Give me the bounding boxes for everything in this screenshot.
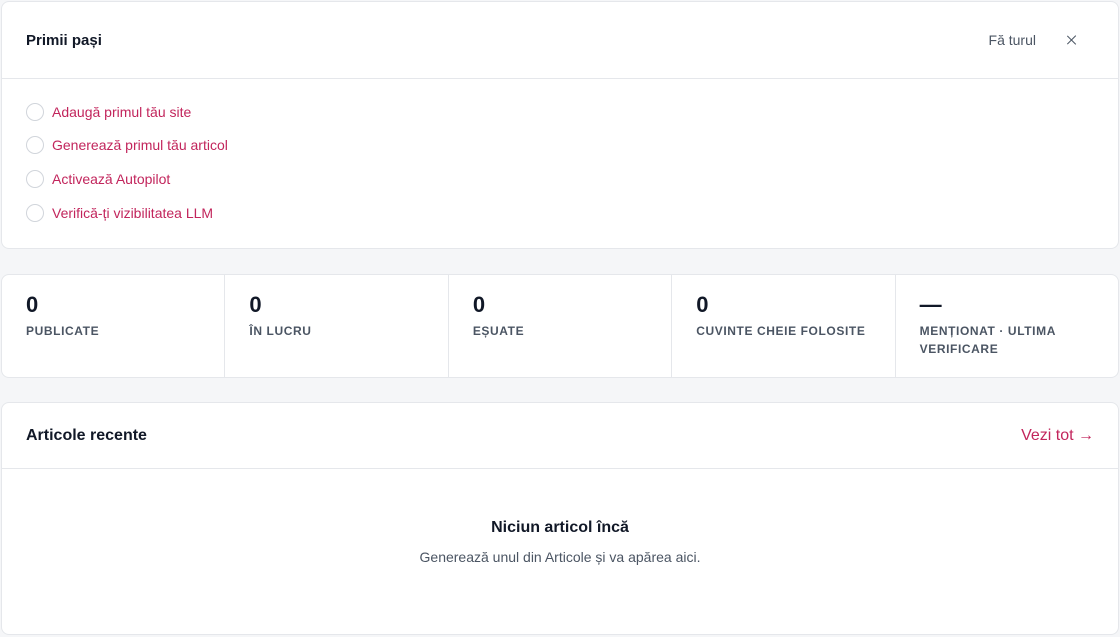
getting-started-title: Primii pași — [26, 31, 102, 49]
stat-label: MENȚIONAT · ULTIMA VERIFICARE — [919, 324, 1056, 356]
checklist-item-label[interactable]: Adaugă primul tău site — [52, 104, 191, 120]
checkbox-circle-icon[interactable] — [26, 169, 44, 188]
stat-published: 0 PUBLICATE — [2, 275, 226, 377]
recent-articles-card: Articole recente Vezi tot → Niciun artic… — [1, 402, 1119, 635]
stat-label: EȘUATE — [472, 324, 525, 338]
stat-mentioned-last-check: — MENȚIONAT · ULTIMA VERIFICARE — [896, 275, 1118, 377]
empty-state: Niciun articol încă Generează unul din A… — [2, 469, 1118, 565]
checklist-item-llm-visibility[interactable]: Verifică-ți vizibilitatea LLM — [26, 196, 1094, 230]
checklist-item-add-site[interactable]: Adaugă primul tău site — [26, 95, 1094, 129]
checklist-item-label[interactable]: Activează Autopilot — [52, 171, 170, 187]
stat-value: 0 — [249, 292, 262, 317]
empty-state-subtitle: Generează unul din Articole și va apărea… — [419, 549, 701, 565]
stats-card: 0 PUBLICATE 0 ÎN LUCRU 0 EȘUATE 0 CUVINT… — [1, 274, 1119, 378]
close-icon[interactable] — [1064, 32, 1080, 48]
checklist: Adaugă primul tău site Generează primul … — [2, 79, 1118, 229]
stat-label: ÎN LUCRU — [249, 324, 312, 338]
recent-articles-title: Articole recente — [26, 426, 147, 444]
checkbox-circle-icon[interactable] — [26, 136, 44, 155]
checklist-item-autopilot[interactable]: Activează Autopilot — [26, 162, 1094, 196]
stat-keywords-used: 0 CUVINTE CHEIE FOLOSITE — [672, 275, 896, 377]
stat-value: — — [919, 292, 942, 317]
see-all-link[interactable]: Vezi tot → — [1021, 427, 1094, 445]
checklist-item-label[interactable]: Verifică-ți vizibilitatea LLM — [52, 205, 213, 221]
getting-started-header: Primii pași Fă turul — [2, 2, 1118, 79]
stat-label: PUBLICATE — [26, 324, 100, 338]
checklist-item-generate-article[interactable]: Generează primul tău articol — [26, 129, 1094, 163]
getting-started-card: Primii pași Fă turul Adaugă primul tău s… — [1, 1, 1119, 249]
stat-in-progress: 0 ÎN LUCRU — [225, 275, 449, 377]
take-tour-button[interactable]: Fă turul — [989, 32, 1036, 48]
checklist-item-label[interactable]: Generează primul tău articol — [52, 137, 228, 153]
checkbox-circle-icon[interactable] — [26, 102, 44, 121]
empty-state-title: Niciun articol încă — [491, 519, 629, 536]
stat-value: 0 — [472, 292, 486, 317]
stat-value: 0 — [26, 292, 39, 317]
stat-failed: 0 EȘUATE — [449, 275, 673, 377]
recent-articles-header: Articole recente Vezi tot → — [2, 403, 1118, 469]
stat-label: CUVINTE CHEIE FOLOSITE — [696, 324, 866, 338]
stat-value: 0 — [696, 292, 709, 317]
checkbox-circle-icon[interactable] — [26, 203, 44, 222]
